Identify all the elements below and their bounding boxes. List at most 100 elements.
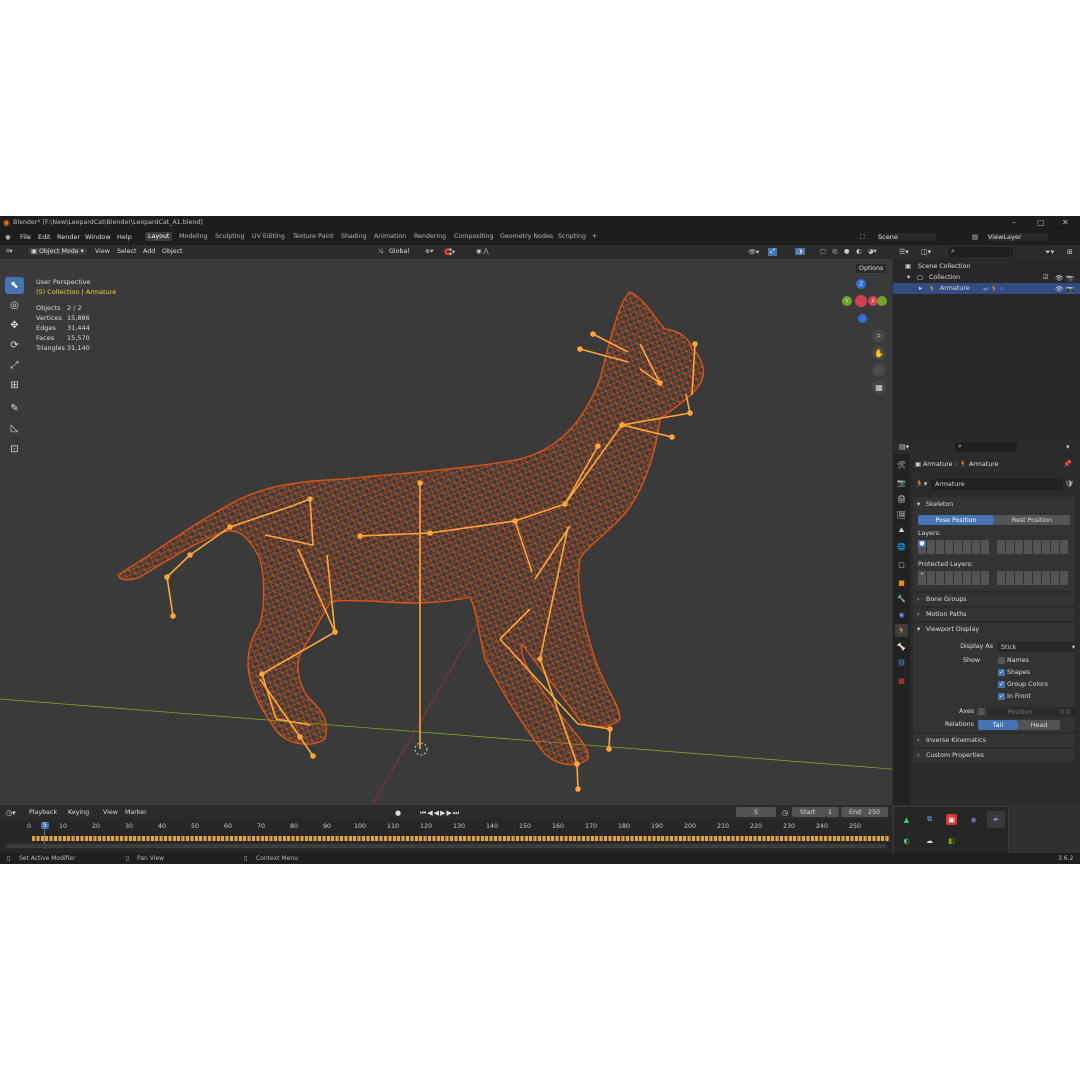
layers-grid-right[interactable] — [997, 540, 1069, 554]
names-checkbox[interactable] — [998, 657, 1005, 664]
tool-tab-icon[interactable]: 🛠 — [895, 458, 908, 471]
close-icon[interactable]: ✕ — [1062, 218, 1069, 227]
texture-tab-icon[interactable]: ▩ — [895, 674, 908, 687]
output-tab-icon[interactable]: 🖨 — [895, 492, 908, 505]
menu-window[interactable]: Window — [85, 233, 111, 241]
armature-name-field[interactable]: Armature — [931, 479, 1063, 490]
tab-sculpting[interactable]: Sculpting — [215, 233, 244, 240]
shading-wireframe-icon[interactable]: ◎ — [832, 248, 838, 255]
armature-camera-icon[interactable]: 📷 — [1066, 285, 1074, 293]
outliner-editor-icon[interactable]: ☰▾ — [899, 248, 909, 256]
tab-rendering[interactable]: Rendering — [414, 233, 446, 240]
custom-properties-panel[interactable]: › Custom Properties — [913, 749, 1075, 762]
expand-armature-icon[interactable]: ▸ — [919, 285, 922, 292]
snap-icon[interactable]: 🧲▾ — [444, 248, 455, 256]
tab-compositing[interactable]: Compositing — [454, 233, 493, 240]
tab-modeling[interactable]: Modeling — [179, 233, 208, 240]
gizmo-z-axis[interactable]: Z — [856, 279, 866, 289]
world-tab-icon[interactable]: 🌐 — [895, 540, 908, 553]
shading-material-icon[interactable]: ◐ — [856, 248, 862, 255]
tray-app-1-icon[interactable]: ▲ — [901, 814, 912, 825]
armature-data-tab-icon[interactable]: 🏃 — [895, 624, 908, 637]
move-tool-icon[interactable]: ✥ — [5, 317, 24, 334]
pan-hand-icon[interactable]: ✋ — [872, 346, 886, 360]
tab-animation[interactable]: Animation — [374, 233, 406, 240]
modifier-tab-icon[interactable]: 🔧 — [895, 592, 908, 605]
pivot-icon[interactable]: ⊕▾ — [425, 248, 433, 255]
tray-app-2-icon[interactable]: ⧉ — [924, 814, 935, 825]
menu-render[interactable]: Render — [57, 233, 80, 241]
armature-eye-icon[interactable]: 👁 — [1055, 285, 1063, 293]
leopard-cat-mesh[interactable] — [117, 291, 704, 766]
add-workspace-icon[interactable]: + — [592, 233, 597, 240]
current-frame-field[interactable]: 5 — [736, 807, 776, 817]
tray-app-5-icon[interactable]: ✒ — [987, 811, 1005, 828]
tab-texture-paint[interactable]: Texture Paint — [293, 233, 334, 240]
expand-collection-icon[interactable]: ▾ — [907, 274, 910, 281]
measure-tool-icon[interactable]: ◺ — [5, 420, 24, 437]
tab-scripting[interactable]: Scripting — [558, 233, 586, 240]
scale-tool-icon[interactable]: ⤢ — [5, 357, 24, 374]
tab-geometry-nodes[interactable]: Geometry Nodes — [500, 233, 553, 240]
tab-shading[interactable]: Shading — [341, 233, 367, 240]
properties-options-icon[interactable]: ▾ — [1066, 443, 1070, 451]
overlay-toggle-icon[interactable]: ◑ — [795, 248, 805, 255]
new-collection-icon[interactable]: ⊞ — [1067, 248, 1073, 256]
rest-position-button[interactable]: Rest Position — [994, 515, 1070, 525]
outliner-row-collection[interactable]: ▾ ▢ Collection ☑ 👁 📷 — [893, 272, 1080, 283]
playback-menu[interactable]: Playback — [29, 809, 57, 816]
tray-nvidia-icon[interactable]: ◧ — [946, 835, 957, 846]
orientation-selector[interactable]: Global — [389, 248, 409, 255]
gizmo-z-neg[interactable] — [858, 314, 867, 323]
in-front-checkbox[interactable]: ✓ — [998, 693, 1005, 700]
ortho-toggle-icon[interactable]: ▦ — [872, 380, 886, 394]
collection-camera-icon[interactable]: 📷 — [1066, 274, 1074, 282]
maximize-icon[interactable]: ▢ — [1037, 218, 1045, 227]
constraint-tab-icon[interactable]: ⛓ — [895, 656, 908, 669]
tab-uv-editing[interactable]: UV Editing — [252, 233, 285, 240]
view-layer-selector[interactable]: ViewLayer — [988, 233, 1048, 241]
annotate-tool-icon[interactable]: ✎ — [5, 400, 24, 417]
visibility-icon[interactable]: 👁▾ — [748, 248, 759, 256]
timeline-ruler[interactable]: 0 5 10 20 30 40 50 60 70 80 90 100 110 1… — [0, 819, 892, 853]
playback-controls-icons[interactable]: ⏮◀◀▶▶⏭ — [420, 809, 460, 818]
gizmo-y-neg[interactable] — [877, 296, 887, 306]
outliner-search-input[interactable]: ⌕ — [948, 247, 1013, 257]
scene-selector[interactable]: Scene — [878, 233, 936, 241]
shading-solid-icon[interactable]: ● — [844, 248, 850, 255]
navigation-gizmo[interactable]: Z Y X ⌕ ✋ 🎥 ▦ — [838, 279, 892, 449]
protected-layers-grid-right[interactable] — [997, 571, 1069, 585]
bone-groups-panel[interactable]: › Bone Groups — [913, 593, 1075, 606]
3d-viewport[interactable]: ⬉ ◎ ✥ ⟳ ⤢ ⊞ ✎ ◺ ⊡ User Perspective (5) C… — [0, 259, 892, 805]
collection-checkbox[interactable]: ☑ — [1043, 274, 1049, 281]
shapes-checkbox[interactable]: ✓ — [998, 669, 1005, 676]
select-tool-icon[interactable]: ⬉ — [5, 277, 24, 294]
options-button[interactable]: Options — [856, 264, 887, 273]
filter-icon[interactable]: ⏷▾ — [1045, 248, 1054, 257]
proportional-edit-icon[interactable]: ◉ ⋀ — [476, 248, 489, 255]
display-as-dropdown[interactable]: Stick ▾ — [998, 642, 1078, 652]
blender-menu-icon[interactable]: ◉ — [5, 233, 11, 241]
collection-tab-icon[interactable]: ▢ — [895, 558, 908, 571]
menu-edit[interactable]: Edit — [38, 233, 51, 241]
pin-icon[interactable]: 📌 — [1063, 460, 1072, 468]
timeline-editor-icon[interactable]: ◷▾ — [6, 809, 16, 817]
display-mode-icon[interactable]: ◫▾ — [921, 248, 931, 256]
render-tab-icon[interactable]: 📷 — [895, 476, 908, 489]
add-cube-tool-icon[interactable]: ⊡ — [5, 441, 24, 458]
marker-menu[interactable]: Marker — [125, 809, 147, 816]
minimize-icon[interactable]: – — [1012, 218, 1016, 227]
relations-tail-button[interactable]: Tail — [978, 720, 1018, 730]
menu-file[interactable]: File — [20, 233, 31, 241]
camera-view-icon[interactable]: 🎥 — [872, 363, 886, 377]
record-icon[interactable]: ● — [395, 809, 401, 817]
inverse-kinematics-panel[interactable]: › Inverse Kinematics — [913, 734, 1075, 747]
menu-select[interactable]: Select — [117, 248, 136, 255]
physics-tab-icon[interactable]: ◉ — [895, 608, 908, 621]
playhead[interactable]: 5 — [41, 822, 50, 829]
menu-help[interactable]: Help — [117, 233, 132, 241]
tray-app-3-icon[interactable]: ▣ — [946, 814, 957, 825]
view-menu[interactable]: View — [103, 809, 118, 816]
gizmo-toggle-icon[interactable]: ⤢ — [768, 248, 778, 256]
tray-app-4-icon[interactable]: ◉ — [968, 814, 979, 825]
